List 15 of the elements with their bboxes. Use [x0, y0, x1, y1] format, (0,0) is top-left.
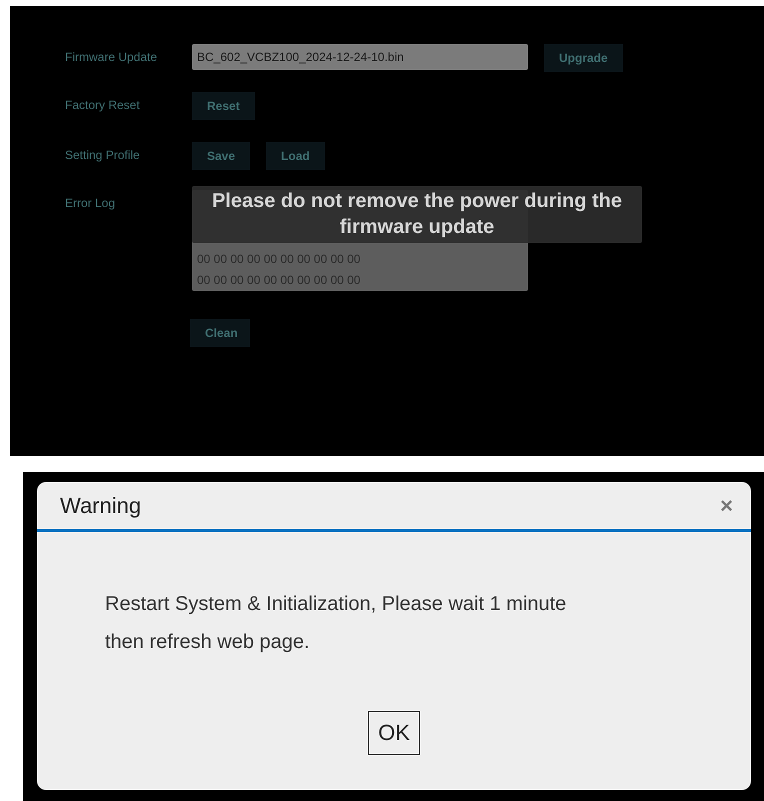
- action-button[interactable]: Upgrade: [544, 44, 623, 72]
- action-button[interactable]: Save: [192, 142, 250, 170]
- field-label: Error Log: [65, 195, 116, 210]
- action-button[interactable]: Clean: [190, 319, 250, 347]
- file-name-field[interactable]: BC_602_VCBZ100_2024-12-24-10.bin: [192, 44, 528, 70]
- dialog-message: Restart System & Initialization, Please wait 1 minute then refresh web page.: [105, 592, 568, 655]
- dialog-title: Warning: [60, 492, 142, 518]
- close-button[interactable]: ×: [720, 492, 733, 518]
- field-label: Setting Profile: [65, 147, 141, 162]
- ok-button[interactable]: OK: [368, 711, 420, 755]
- action-button[interactable]: Load: [266, 142, 325, 170]
- notice-tooltip: Please do not remove the power during the firmware update: [192, 186, 642, 243]
- field-label: Factory Reset: [65, 97, 141, 112]
- field-label: Firmware Update: [65, 49, 158, 64]
- action-button[interactable]: Reset: [192, 92, 255, 120]
